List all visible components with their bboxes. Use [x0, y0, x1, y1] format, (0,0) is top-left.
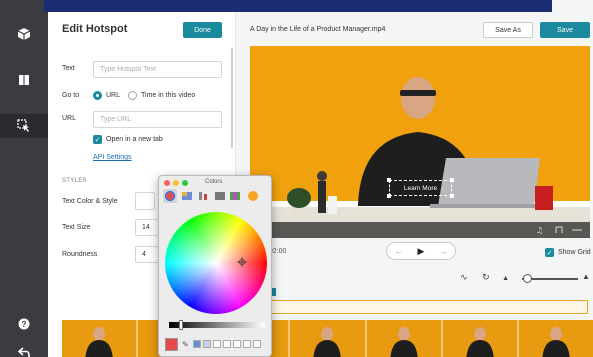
show-grid-label: Show Grid	[558, 249, 591, 256]
help-icon[interactable]: ?	[12, 312, 36, 336]
save-button[interactable]: Save	[540, 22, 590, 38]
film-frame	[367, 320, 443, 357]
open-new-tab-checkbox[interactable]: ✓	[93, 135, 102, 144]
text-label: Text	[62, 65, 75, 72]
zoom-out-icon[interactable]: ▲	[502, 275, 509, 282]
svg-text:?: ?	[22, 320, 27, 329]
film-frame	[443, 320, 519, 357]
show-grid-checkbox[interactable]: ✓	[545, 248, 554, 257]
done-button[interactable]: Done	[183, 22, 222, 38]
film-frame	[519, 320, 593, 357]
saved-swatch[interactable]	[203, 340, 211, 348]
video-control-bar: ♫	[250, 222, 590, 238]
zoom-in-icon[interactable]: ▲	[582, 272, 590, 281]
text-size-input[interactable]: 14	[135, 219, 159, 236]
saved-swatch[interactable]	[253, 340, 261, 348]
saved-swatch[interactable]	[233, 340, 241, 348]
minimize-icon[interactable]	[173, 180, 179, 186]
zoom-slider-handle[interactable]	[523, 274, 532, 283]
app-window: ? Edit Hotspot Done Text Type Hotspot Te…	[0, 0, 593, 357]
waveform-icon[interactable]: ∿	[460, 272, 468, 282]
saved-swatch[interactable]	[193, 340, 201, 348]
svg-text:♫: ♫	[536, 226, 543, 235]
cube-icon[interactable]	[12, 22, 36, 46]
cursor-icon[interactable]	[0, 114, 48, 138]
brightness-slider-handle[interactable]	[179, 320, 183, 330]
current-color-swatch[interactable]	[165, 338, 178, 351]
previous-icon[interactable]: ←	[394, 246, 403, 256]
book-icon[interactable]	[12, 68, 36, 92]
hotspot-handle[interactable]	[387, 194, 391, 198]
roundness-label: Roundness	[62, 251, 98, 258]
video-player[interactable]	[250, 46, 590, 238]
url-input[interactable]: Type URL	[93, 111, 222, 128]
text-color-label: Text Color & Style	[62, 198, 118, 205]
goto-label: Go to	[62, 92, 80, 99]
text-color-swatch[interactable]	[135, 192, 155, 210]
icon-rail: ?	[0, 0, 48, 357]
close-icon[interactable]	[164, 180, 170, 186]
save-as-button[interactable]: Save As	[483, 22, 533, 38]
zoom-icon[interactable]	[182, 180, 188, 186]
hotspot-handle[interactable]	[450, 178, 454, 182]
goto-url-radio[interactable]	[93, 91, 102, 100]
roundness-input[interactable]: 4	[135, 246, 159, 263]
back-icon[interactable]	[12, 340, 36, 357]
url-label: URL	[62, 115, 77, 122]
goto-time-label: Time in this video	[141, 92, 196, 99]
play-icon[interactable]: ▶	[418, 246, 425, 257]
brightness-slider[interactable]	[169, 322, 265, 328]
hotspot-handle[interactable]	[450, 194, 454, 198]
saved-swatch[interactable]	[243, 340, 251, 348]
refresh-icon[interactable]: ↻	[482, 272, 490, 282]
hotspot-button[interactable]: Learn More	[389, 180, 452, 196]
hotspot-handle[interactable]	[387, 178, 391, 182]
color-picker-window: Colors ✎	[158, 175, 272, 357]
api-settings-link[interactable]: API Settings	[93, 154, 132, 161]
film-frame	[62, 320, 139, 357]
crosshair-icon[interactable]	[237, 257, 247, 267]
styles-heading: STYLES	[62, 178, 87, 184]
panel-title: Edit Hotspot	[62, 23, 128, 35]
video-frame-illustration	[250, 77, 590, 238]
film-frame	[290, 320, 367, 357]
open-new-tab-label: Open in a new tab	[106, 136, 163, 143]
color-picker-title: Colors	[205, 179, 223, 185]
color-mode-toolbar	[163, 189, 258, 203]
video-title: A Day in the Life of a Product Manager.m…	[250, 26, 386, 33]
goto-url-label: URL	[106, 92, 121, 99]
color-wheel[interactable]	[165, 212, 267, 314]
timeline-tools: ∿ ↻ ▲	[460, 272, 509, 283]
timeline-filmstrip[interactable]	[62, 320, 593, 357]
goto-time-radio[interactable]	[128, 91, 137, 100]
top-banner	[44, 0, 552, 12]
saved-swatch[interactable]	[213, 340, 221, 348]
transport-controls: ← ▶ →	[386, 242, 456, 260]
text-size-label: Text Size	[62, 224, 91, 231]
panel-scrollbar[interactable]	[231, 48, 233, 148]
eyedropper-icon[interactable]: ✎	[182, 340, 189, 349]
saved-swatch[interactable]	[223, 340, 231, 348]
hotspot-track[interactable]	[250, 300, 588, 314]
next-icon[interactable]: →	[439, 246, 448, 256]
hotspot-text-input[interactable]: Type Hotspot Text	[93, 61, 222, 78]
